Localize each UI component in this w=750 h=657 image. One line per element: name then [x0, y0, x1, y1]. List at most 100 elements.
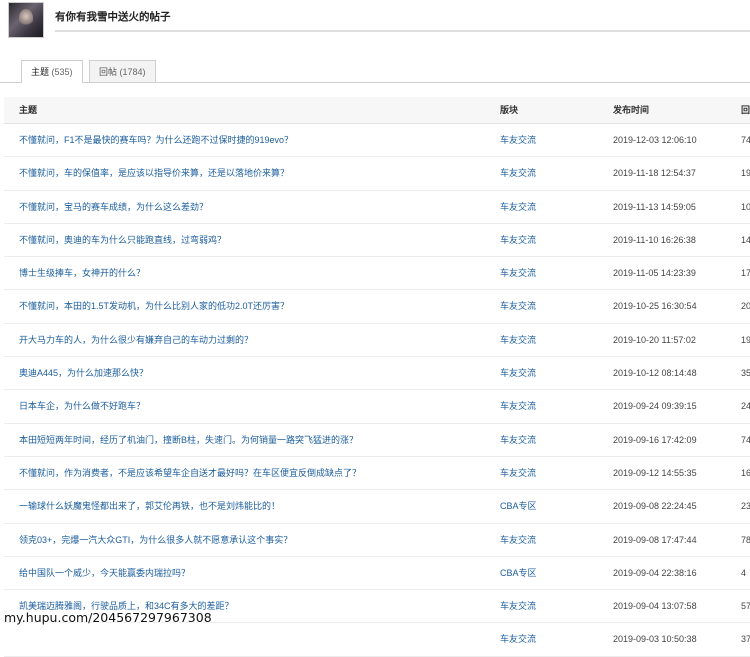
topic-link[interactable]: 领克03+，完爆一汽大众GTI，为什么很多人就不愿意承认这个事实？ — [19, 535, 292, 545]
topic-link[interactable]: 不懂就问，奥迪的车为什么只能跑直线，过弯弱鸡？ — [19, 235, 226, 245]
table-row: 不懂就问，本田的1.5T发动机，为什么比别人家的低功2.0T还厉害？ 车友交流 20… — [4, 290, 750, 324]
post-time: 2019-09-03 10:50:38 — [613, 634, 697, 645]
topic-link[interactable]: 本田短短两年时间，经历了机油门，撞断B柱，失速门。为何销量一路突飞猛进的涨？ — [19, 435, 358, 445]
topic-link[interactable]: 开大马力车的人，为什么很少有嫌弃自己的车动力过剩的？ — [19, 335, 253, 345]
board-cell: 车友交流 — [500, 290, 600, 322]
reply-count: 4 — [741, 567, 747, 578]
topic-cell: 本田短短两年时间，经历了机油门，撞断B柱，失速门。为何销量一路突飞猛进的涨？ — [19, 424, 489, 456]
post-time: 2019-11-13 14:59:05 — [613, 201, 696, 212]
board-cell: 车友交流 — [500, 357, 600, 389]
reply-count: 20 — [741, 301, 750, 312]
topic-cell: 不懂就问，车的保值率，是应该以指导价来算，还是以落地价来算？ — [19, 157, 489, 189]
watermark: my.hupu.com/204567297967308 — [4, 610, 212, 625]
topic-link[interactable]: 不懂就问，F1不是最快的赛车吗？为什么还跑不过保时捷的919evo？ — [19, 135, 293, 145]
post-time: 2019-11-18 12:54:37 — [613, 168, 696, 179]
reply-count: 19 — [741, 168, 750, 179]
topic-cell: 领克03+，完爆一汽大众GTI，为什么很多人就不愿意承认这个事实？ — [19, 524, 489, 556]
board-cell: 车友交流 — [500, 157, 600, 189]
board-cell: CBA专区 — [500, 557, 600, 589]
topic-cell: 博士生级捧车，女神开的什么？ — [19, 257, 489, 289]
topic-link[interactable]: 不懂就问，车的保值率，是应该以指导价来算，还是以落地价来算？ — [19, 168, 289, 178]
topic-cell: 开大马力车的人，为什么很少有嫌弃自己的车动力过剩的？ — [19, 324, 489, 356]
topic-link[interactable]: 不懂就问，作为消费者，不是应该希望车企自送才最好吗？在车区便宜反倒成缺点了？ — [19, 468, 361, 478]
topic-link[interactable]: 不懂就问，宝马的赛车成绩，为什么这么差劲？ — [19, 202, 208, 212]
board-link[interactable]: 车友交流 — [500, 168, 536, 178]
board-cell: 车友交流 — [500, 324, 600, 356]
tab-replies[interactable]: 回帖 (1784) — [89, 60, 156, 82]
column-header-board[interactable]: 版块 — [500, 97, 600, 123]
board-cell: CBA专区 — [500, 490, 600, 522]
board-link[interactable]: 车友交流 — [500, 435, 536, 445]
table-row: 一输球什么妖魔鬼怪都出来了，郭艾伦再铁，也不是刘炜能比的！ CBA专区 2019-0… — [4, 490, 750, 524]
topic-cell: 不懂就问，宝马的赛车成绩，为什么这么差劲？ — [19, 191, 489, 223]
board-cell: 车友交流 — [500, 457, 600, 489]
table-row: 不懂就问，宝马的赛车成绩，为什么这么差劲？ 车友交流 2019-11-13 14:5… — [4, 191, 750, 224]
reply-count: 35 — [741, 368, 750, 379]
board-cell: 车友交流 — [500, 424, 600, 456]
reply-count: 37 — [741, 634, 750, 645]
page-title: 有你有我雪中送火的帖子 — [55, 11, 171, 23]
column-header-topic[interactable]: 主题 — [19, 97, 489, 123]
topic-link[interactable]: 不懂就问，本田的1.5T发动机，为什么比别人家的低功2.0T还厉害？ — [19, 301, 289, 311]
reply-count: 14 — [741, 234, 750, 245]
board-cell: 车友交流 — [500, 390, 600, 422]
tab-replies-count: (1784) — [119, 67, 146, 77]
topic-cell: 一输球什么妖魔鬼怪都出来了，郭艾伦再铁，也不是刘炜能比的！ — [19, 490, 489, 522]
board-link[interactable]: CBA专区 — [500, 568, 537, 578]
table-row: 不懂就问，奥迪的车为什么只能跑直线，过弯弱鸡？ 车友交流 2019-11-10 16… — [4, 224, 750, 258]
tab-topics-label: 主题 — [31, 67, 50, 77]
tab-topics[interactable]: 主题 (535) — [21, 60, 83, 83]
table-row: 领克03+，完爆一汽大众GTI，为什么很多人就不愿意承认这个事实？ 车友交流 201… — [4, 524, 750, 557]
post-time: 2019-09-12 14:55:35 — [613, 467, 697, 478]
board-link[interactable]: 车友交流 — [500, 301, 536, 311]
post-time: 2019-11-05 14:23:39 — [613, 268, 696, 279]
post-time: 2019-09-24 09:39:15 — [613, 401, 697, 412]
post-time: 2019-09-04 22:38:16 — [613, 567, 697, 578]
tab-bar: 主题 (535) 回帖 (1784) — [0, 58, 750, 83]
topic-link[interactable]: 给中国队一个威少，今天能赢委内瑞拉吗？ — [19, 568, 190, 578]
board-link[interactable]: 车友交流 — [500, 601, 536, 611]
table-row: 不懂就问，作为消费者，不是应该希望车企自送才最好吗？在车区便宜反倒成缺点了？ 车友… — [4, 457, 750, 491]
board-link[interactable]: CBA专区 — [500, 501, 537, 511]
post-time: 2019-09-16 17:42:09 — [613, 434, 697, 445]
table-row: 不懂就问，F1不是最快的赛车吗？为什么还跑不过保时捷的919evo？ 车友交流 20… — [4, 124, 750, 158]
board-link[interactable]: 车友交流 — [500, 368, 536, 378]
board-link[interactable]: 车友交流 — [500, 202, 536, 212]
topic-cell: 奥迪A445，为什么加速那么快？ — [19, 357, 489, 389]
topic-link[interactable]: 博士生级捧车，女神开的什么？ — [19, 268, 145, 278]
table-row: 奥迪A445，为什么加速那么快？ 车友交流 2019-10-12 08:14:48 3… — [4, 357, 750, 391]
reply-count: 19 — [741, 334, 750, 345]
board-link[interactable]: 车友交流 — [500, 135, 536, 145]
table-body: 不懂就问，F1不是最快的赛车吗？为什么还跑不过保时捷的919evo？ 车友交流 20… — [4, 124, 750, 657]
table-row: 本田短短两年时间，经历了机油门，撞断B柱，失速门。为何销量一路突飞猛进的涨？ 车友… — [4, 424, 750, 457]
board-link[interactable]: 车友交流 — [500, 335, 536, 345]
post-time: 2019-09-08 22:24:45 — [613, 501, 697, 512]
board-link[interactable]: 车友交流 — [500, 468, 536, 478]
board-link[interactable]: 车友交流 — [500, 268, 536, 278]
avatar[interactable] — [8, 2, 44, 38]
column-header-time[interactable]: 发布时间 — [613, 97, 733, 123]
board-link[interactable]: 车友交流 — [500, 235, 536, 245]
tab-replies-label: 回帖 — [99, 67, 118, 77]
page-header: 有你有我雪中送火的帖子 — [0, 0, 750, 45]
post-time: 2019-10-25 16:30:54 — [613, 301, 697, 312]
topic-link[interactable]: 日本车企，为什么做不好跑车？ — [19, 401, 145, 411]
topic-cell: 不懂就问，奥迪的车为什么只能跑直线，过弯弱鸡？ — [19, 224, 489, 256]
post-time: 2019-11-10 16:26:38 — [613, 234, 696, 245]
post-time: 2019-10-20 11:57:02 — [613, 334, 696, 345]
reply-count: 16 — [741, 467, 750, 478]
topic-cell: 不懂就问，F1不是最快的赛车吗？为什么还跑不过保时捷的919evo？ — [19, 124, 489, 156]
tab-topics-count: (535) — [51, 67, 73, 77]
board-link[interactable]: 车友交流 — [500, 535, 536, 545]
topic-cell: 不懂就问，本田的1.5T发动机，为什么比别人家的低功2.0T还厉害？ — [19, 290, 489, 322]
column-header-replies[interactable]: 回 — [741, 97, 750, 123]
topic-link[interactable]: 一输球什么妖魔鬼怪都出来了，郭艾伦再铁，也不是刘炜能比的！ — [19, 501, 280, 511]
reply-count: 10 — [741, 201, 750, 212]
table-row: 日本车企，为什么做不好跑车？ 车友交流 2019-09-24 09:39:15 24 — [4, 390, 750, 424]
reply-count: 24 — [741, 401, 750, 412]
board-link[interactable]: 车友交流 — [500, 634, 536, 644]
topic-link[interactable]: 奥迪A445，为什么加速那么快？ — [19, 368, 148, 378]
table-header: 主题 版块 发布时间 回 — [4, 97, 750, 124]
board-link[interactable]: 车友交流 — [500, 401, 536, 411]
reply-count: 57 — [741, 601, 750, 612]
